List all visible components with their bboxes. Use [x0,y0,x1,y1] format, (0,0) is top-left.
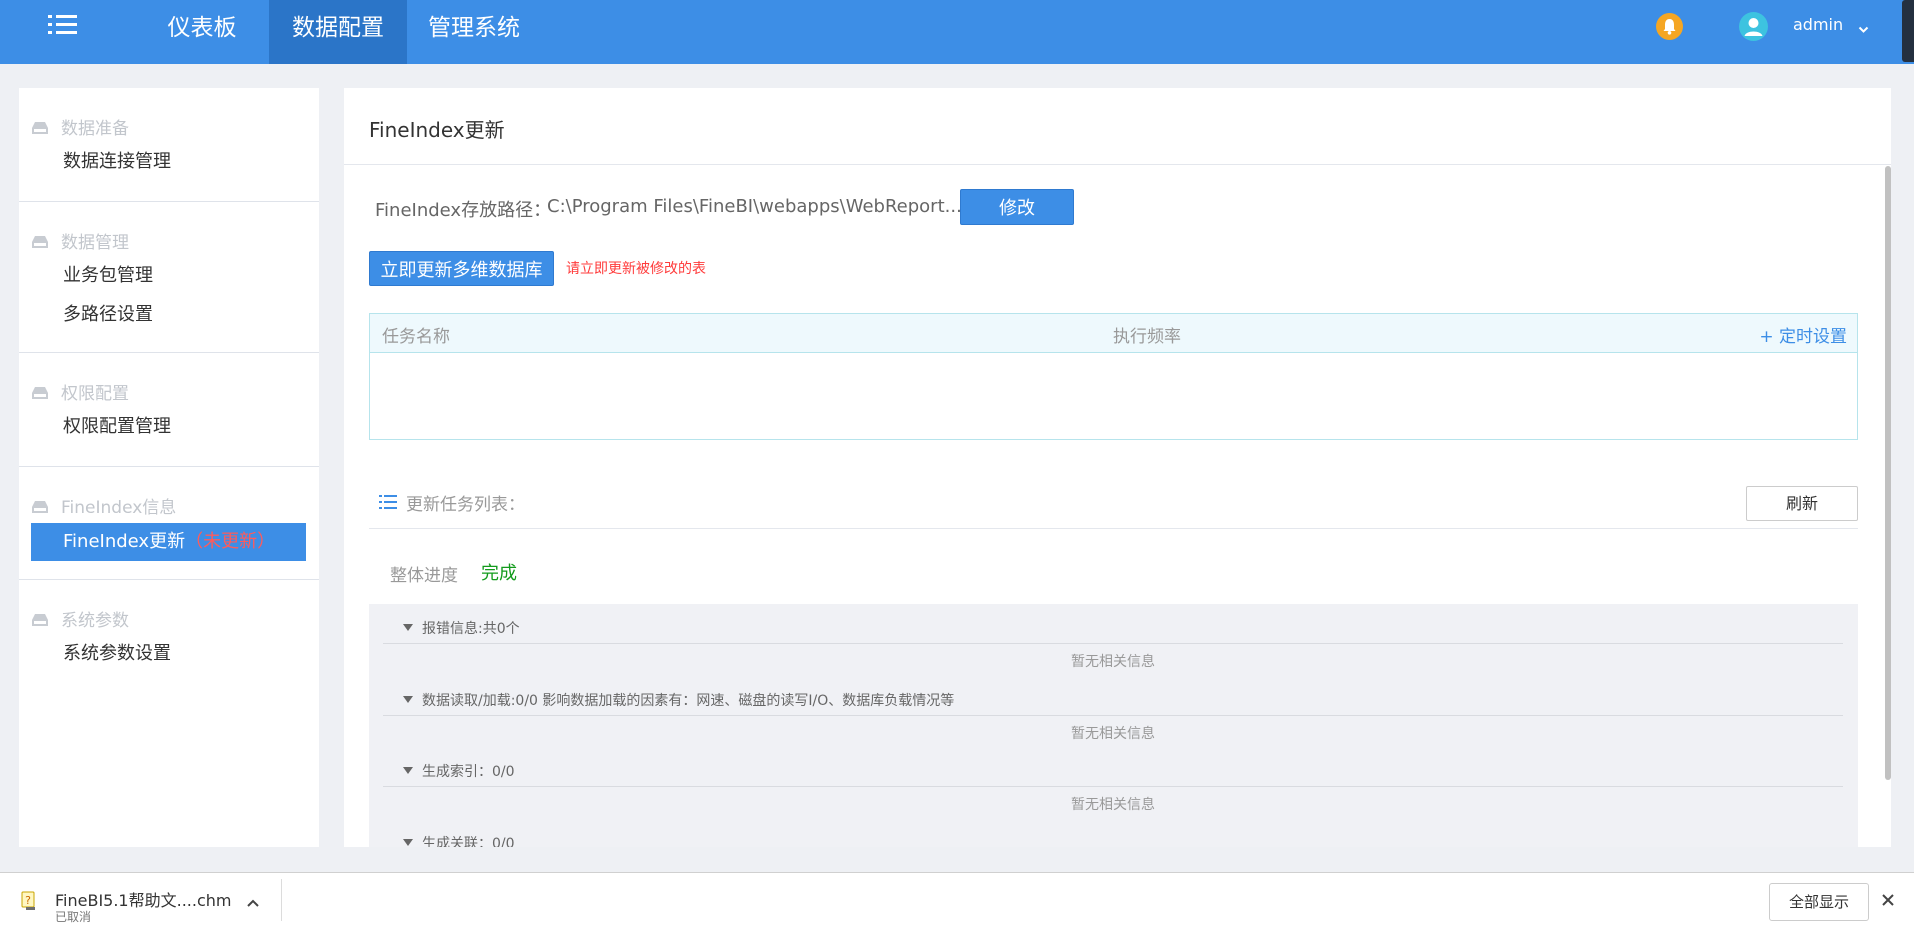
close-icon[interactable] [1881,892,1895,911]
drive-icon [32,387,48,399]
page-title: FineIndex更新 [369,118,505,142]
sidebar-group: FineIndex信息 FineIndex更新（未更新） [19,467,319,580]
column-task-name: 任务名称 [382,327,450,347]
log-title[interactable]: 生成关联：0/0 [403,833,515,847]
sidebar-item-fineindex-update[interactable]: FineIndex更新（未更新） [31,523,306,561]
decoration-bar [1902,0,1914,62]
list-icon [379,495,397,509]
caret-down-icon [403,696,413,703]
nav-system-management[interactable]: 管理系统 [419,0,529,64]
sidebar-item-multipath[interactable]: 多路径设置 [31,296,306,334]
sidebar-item-data-connection[interactable]: 数据连接管理 [31,143,306,181]
panel-header: FineIndex更新 [344,88,1891,165]
sidebar-group: 权限配置 权限配置管理 [19,353,319,467]
empty-message: 暂无相关信息 [1071,726,1155,742]
table-header: 任务名称 执行频率 + 定时设置 [370,314,1857,353]
drive-icon [32,614,48,626]
column-frequency: 执行频率 [1113,327,1181,347]
sidebar-group-title: 数据管理 [31,228,129,253]
show-all-button[interactable]: 全部显示 [1769,883,1869,921]
drive-icon [32,236,48,248]
divider [383,786,1843,787]
sidebar-group: 数据准备 数据连接管理 [19,88,319,202]
download-bar: ? FineBI5.1帮助文....chm 已取消 全部显示 [0,872,1914,926]
user-avatar-icon[interactable] [1739,12,1768,41]
chevron-up-icon[interactable] [246,893,260,912]
sidebar-group-title: FineIndex信息 [31,493,176,518]
drive-icon [32,501,48,513]
log-title[interactable]: 生成索引：0/0 [403,761,515,781]
path-label: FineIndex存放路径： [375,200,552,221]
modify-button[interactable]: 修改 [960,189,1074,225]
sidebar-item-system-params[interactable]: 系统参数设置 [31,635,306,673]
divider [281,879,282,921]
sidebar-group-title: 系统参数 [31,606,129,631]
schedule-settings-link[interactable]: + 定时设置 [1759,322,1847,347]
update-hint: 请立即更新被修改的表 [566,261,706,277]
progress-value: 完成 [481,563,517,584]
sidebar: 数据准备 数据连接管理 数据管理 业务包管理 多路径设置 权限配置 权限配置管理… [19,88,319,847]
menu-icon[interactable] [48,12,78,42]
divider [383,715,1843,716]
chevron-down-icon[interactable] [1858,19,1869,38]
log-title[interactable]: 数据读取/加载:0/0 影响数据加载的因素有：网速、磁盘的读写I/O、数据库负载… [403,690,954,710]
empty-message: 暂无相关信息 [1071,797,1155,813]
sidebar-item-business-package[interactable]: 业务包管理 [31,257,306,295]
drive-icon [32,122,48,134]
nav-dashboard[interactable]: 仪表板 [147,0,257,64]
scrollbar[interactable] [1885,166,1891,780]
divider [383,643,1843,644]
sidebar-group-title: 权限配置 [31,379,129,404]
nav-data-config[interactable]: 数据配置 [269,0,407,64]
task-list-title: 更新任务列表： [406,495,525,515]
empty-message: 暂无相关信息 [1071,654,1155,670]
caret-down-icon [403,624,413,631]
caret-down-icon [403,839,413,846]
sidebar-item-permission-config[interactable]: 权限配置管理 [31,408,306,446]
sidebar-item-label: FineIndex更新 [63,531,186,552]
caret-down-icon [403,767,413,774]
svg-text:?: ? [25,894,31,907]
username[interactable]: admin [1793,15,1843,34]
path-value: C:\Program Files\FineBI\webapps\WebRepor… [547,196,962,217]
refresh-button[interactable]: 刷新 [1746,486,1858,521]
download-status: 已取消 [55,910,92,924]
task-table: 任务名称 执行频率 + 定时设置 [369,313,1858,440]
log-panel: 报错信息:共0个 暂无相关信息 数据读取/加载:0/0 影响数据加载的因素有：网… [369,604,1858,847]
sidebar-group: 系统参数 系统参数设置 [19,580,319,694]
progress-label: 整体进度 [390,566,458,586]
log-title[interactable]: 报错信息:共0个 [403,618,520,638]
sidebar-group-title: 数据准备 [31,114,129,139]
bell-icon[interactable] [1656,13,1683,40]
top-navbar: 仪表板 数据配置 管理系统 admin [0,0,1914,64]
help-file-icon: ? [21,891,35,910]
task-list-header: 更新任务列表： 刷新 [369,482,1858,529]
update-now-button[interactable]: 立即更新多维数据库 [369,251,554,286]
main-panel: FineIndex更新 FineIndex存放路径： C:\Program Fi… [344,88,1891,847]
sidebar-group: 数据管理 业务包管理 多路径设置 [19,202,319,353]
update-status: （未更新） [185,531,276,552]
